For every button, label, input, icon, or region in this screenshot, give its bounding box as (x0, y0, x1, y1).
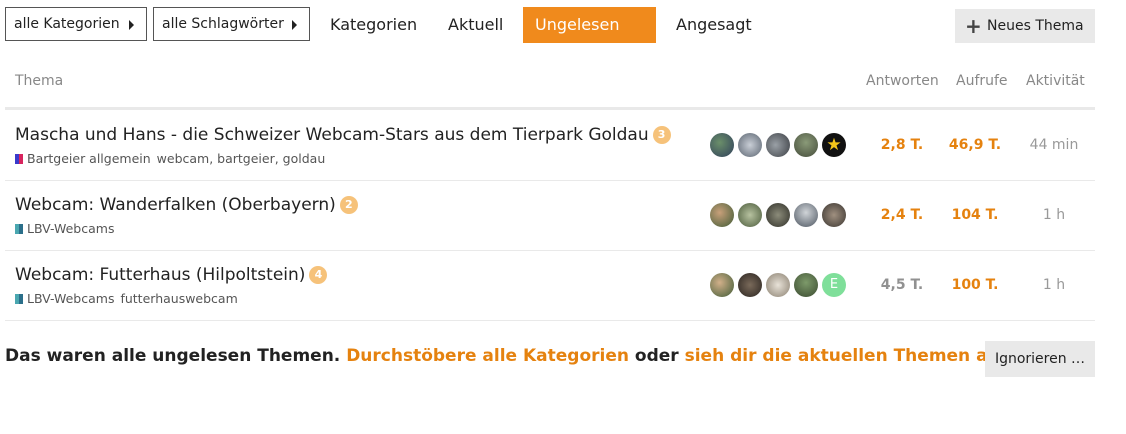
topic-title-line: Webcam: Wanderfalken (Oberbayern) 2 (15, 195, 358, 215)
topic-title-link[interactable]: Webcam: Wanderfalken (Oberbayern) (15, 195, 336, 215)
topic-meta: LBV-Webcams futterhauswebcam (15, 291, 238, 306)
caret-right-icon (292, 20, 297, 30)
avatar[interactable] (710, 133, 734, 157)
view-count: 104 T. (951, 207, 999, 223)
category-link[interactable]: Bartgeier allgemein (27, 151, 151, 166)
topic-title-line: Mascha und Hans - die Schweizer Webcam-S… (15, 125, 671, 145)
topic-row[interactable]: Mascha und Hans - die Schweizer Webcam-S… (5, 111, 1095, 181)
nav-top[interactable]: Angesagt (676, 7, 752, 43)
topic-meta: Bartgeier allgemein webcam, bartgeier, go… (15, 151, 325, 166)
avatar[interactable] (738, 133, 762, 157)
unread-count-badge[interactable]: 2 (339, 196, 358, 214)
topic-tags[interactable]: webcam, bartgeier, goldau (157, 151, 326, 166)
browse-categories-link[interactable]: Durchstöbere alle Kategorien (346, 346, 629, 366)
category-color-swatch (15, 224, 23, 234)
category-link[interactable]: LBV-Webcams (27, 221, 114, 236)
tags-dropdown[interactable]: alle Schlagwörter (153, 7, 310, 41)
header-replies[interactable]: Antworten (866, 73, 939, 89)
caret-right-icon (129, 20, 134, 30)
categories-dropdown[interactable]: alle Kategorien (5, 7, 147, 41)
avatar[interactable] (738, 273, 762, 297)
poster-avatars: E (710, 273, 850, 297)
topic-title-line: Webcam: Futterhaus (Hilpoltstein) 4 (15, 265, 328, 285)
poster-avatars: ★ (710, 133, 850, 157)
activity-time[interactable]: 1 h (1019, 207, 1089, 223)
header-views[interactable]: Aufrufe (956, 73, 1008, 89)
ignore-button[interactable]: Ignorieren … (985, 341, 1095, 377)
avatar[interactable] (794, 273, 818, 297)
plus-icon: + (965, 14, 982, 38)
footer-message: Das waren alle ungelesen Themen. Durchst… (5, 346, 1006, 366)
unread-count-badge[interactable]: 4 (309, 266, 328, 284)
avatar[interactable] (766, 273, 790, 297)
nav-unread[interactable]: Ungelesen (4) (523, 7, 656, 70)
reply-count[interactable]: 4,5 T. (867, 277, 937, 293)
avatar[interactable] (710, 273, 734, 297)
topic-title-link[interactable]: Mascha und Hans - die Schweizer Webcam-S… (15, 125, 649, 145)
poster-avatars (710, 203, 850, 227)
reply-count[interactable]: 2,4 T. (867, 207, 937, 223)
avatar[interactable] (766, 203, 790, 227)
new-topic-button[interactable]: + Neues Thema (955, 9, 1095, 43)
avatar[interactable] (794, 133, 818, 157)
star-icon[interactable]: ★ (822, 133, 846, 157)
activity-time[interactable]: 1 h (1019, 277, 1089, 293)
topic-row[interactable]: Webcam: Wanderfalken (Oberbayern) 2 LBV-W… (5, 181, 1095, 251)
category-color-swatch (15, 294, 23, 304)
letter-avatar[interactable]: E (822, 273, 846, 297)
tags-dropdown-label: alle Schlagwörter (162, 16, 284, 32)
topic-navigation: alle Kategorien alle Schlagwörter Katego… (5, 7, 1095, 70)
new-topic-label: Neues Thema (987, 18, 1084, 34)
avatar[interactable] (794, 203, 818, 227)
avatar[interactable] (822, 203, 846, 227)
activity-time[interactable]: 44 min (1019, 137, 1089, 153)
reply-count[interactable]: 2,8 T. (867, 137, 937, 153)
header-activity[interactable]: Aktivität (1026, 73, 1085, 89)
view-count: 46,9 T. (948, 137, 1002, 153)
footer-text: Das waren alle ungelesen Themen. (5, 346, 347, 366)
latest-topics-link[interactable]: sieh dir die aktuellen Themen an (685, 346, 1000, 366)
category-color-swatch (15, 154, 23, 164)
nav-categories[interactable]: Kategorien (330, 7, 417, 43)
topic-tags[interactable]: futterhauswebcam (120, 291, 237, 306)
topic-meta: LBV-Webcams (15, 221, 114, 236)
header-topic[interactable]: Thema (15, 73, 63, 89)
avatar[interactable] (766, 133, 790, 157)
unread-count-badge[interactable]: 3 (652, 126, 671, 144)
topic-title-link[interactable]: Webcam: Futterhaus (Hilpoltstein) (15, 265, 305, 285)
topic-row[interactable]: Webcam: Futterhaus (Hilpoltstein) 4 LBV-W… (5, 251, 1095, 321)
footer-text: oder (629, 346, 685, 366)
category-link[interactable]: LBV-Webcams (27, 291, 114, 306)
topic-list-header: Thema Antworten Aufrufe Aktivität (5, 62, 1095, 110)
nav-latest[interactable]: Aktuell (448, 7, 503, 43)
view-count: 100 T. (951, 277, 999, 293)
avatar[interactable] (738, 203, 762, 227)
avatar[interactable] (710, 203, 734, 227)
categories-dropdown-label: alle Kategorien (14, 16, 120, 32)
